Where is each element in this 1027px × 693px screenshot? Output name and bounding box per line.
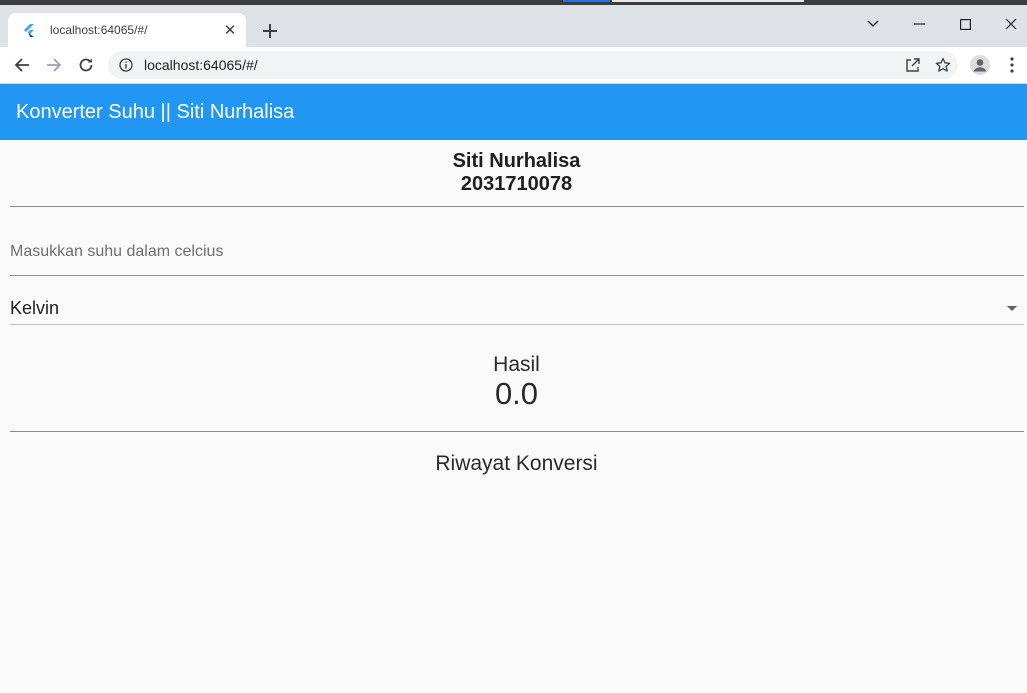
- share-icon[interactable]: [898, 53, 928, 77]
- plus-icon: [263, 24, 277, 38]
- info-icon[interactable]: [118, 57, 134, 73]
- minimize-button[interactable]: [896, 10, 942, 38]
- tab-close-icon[interactable]: ✕: [220, 20, 240, 40]
- forward-arrow-icon[interactable]: [42, 53, 66, 77]
- taskbar-segment: [612, 0, 804, 2]
- result-label: Hasil: [493, 353, 540, 376]
- tab-title: localhost:64065/#/: [50, 23, 148, 37]
- unit-dropdown[interactable]: Kelvin: [10, 292, 1024, 325]
- history-title: Riwayat Konversi: [435, 452, 598, 475]
- dropdown-selected-value: Kelvin: [10, 297, 60, 318]
- divider: [10, 431, 1024, 432]
- address-bar[interactable]: localhost:64065/#/: [108, 51, 958, 79]
- url-text[interactable]: localhost:64065/#/: [144, 57, 898, 73]
- close-window-button[interactable]: [988, 10, 1027, 38]
- taskbar-segment: [563, 0, 610, 2]
- kebab-menu-icon[interactable]: [1000, 53, 1024, 77]
- app-bar: Konverter Suhu || Siti Nurhalisa: [0, 84, 1027, 140]
- celsius-input[interactable]: [10, 232, 1024, 272]
- main-content: Siti Nurhalisa 2031710078 Kelvin Hasil 0…: [0, 140, 1027, 693]
- dropdown-arrow-icon[interactable]: [1000, 296, 1024, 320]
- tab-search-chevron-icon[interactable]: [850, 10, 896, 38]
- student-id: 2031710078: [460, 173, 573, 195]
- result-value: 0.0: [494, 376, 539, 411]
- divider: [10, 206, 1024, 207]
- browser-tab-strip: localhost:64065/#/ ✕: [0, 5, 1027, 47]
- flutter-icon: [22, 23, 36, 37]
- new-tab-button[interactable]: [258, 19, 282, 43]
- browser-toolbar: localhost:64065/#/: [0, 47, 1027, 84]
- star-icon[interactable]: [928, 53, 958, 77]
- app-title: Konverter Suhu || Siti Nurhalisa: [16, 100, 295, 123]
- maximize-button[interactable]: [942, 10, 988, 38]
- student-name: Siti Nurhalisa: [452, 150, 581, 172]
- reload-icon[interactable]: [74, 53, 98, 77]
- celsius-field[interactable]: [10, 232, 1024, 276]
- profile-icon[interactable]: [968, 53, 992, 77]
- back-arrow-icon[interactable]: [10, 53, 34, 77]
- browser-tab[interactable]: localhost:64065/#/ ✕: [8, 13, 246, 47]
